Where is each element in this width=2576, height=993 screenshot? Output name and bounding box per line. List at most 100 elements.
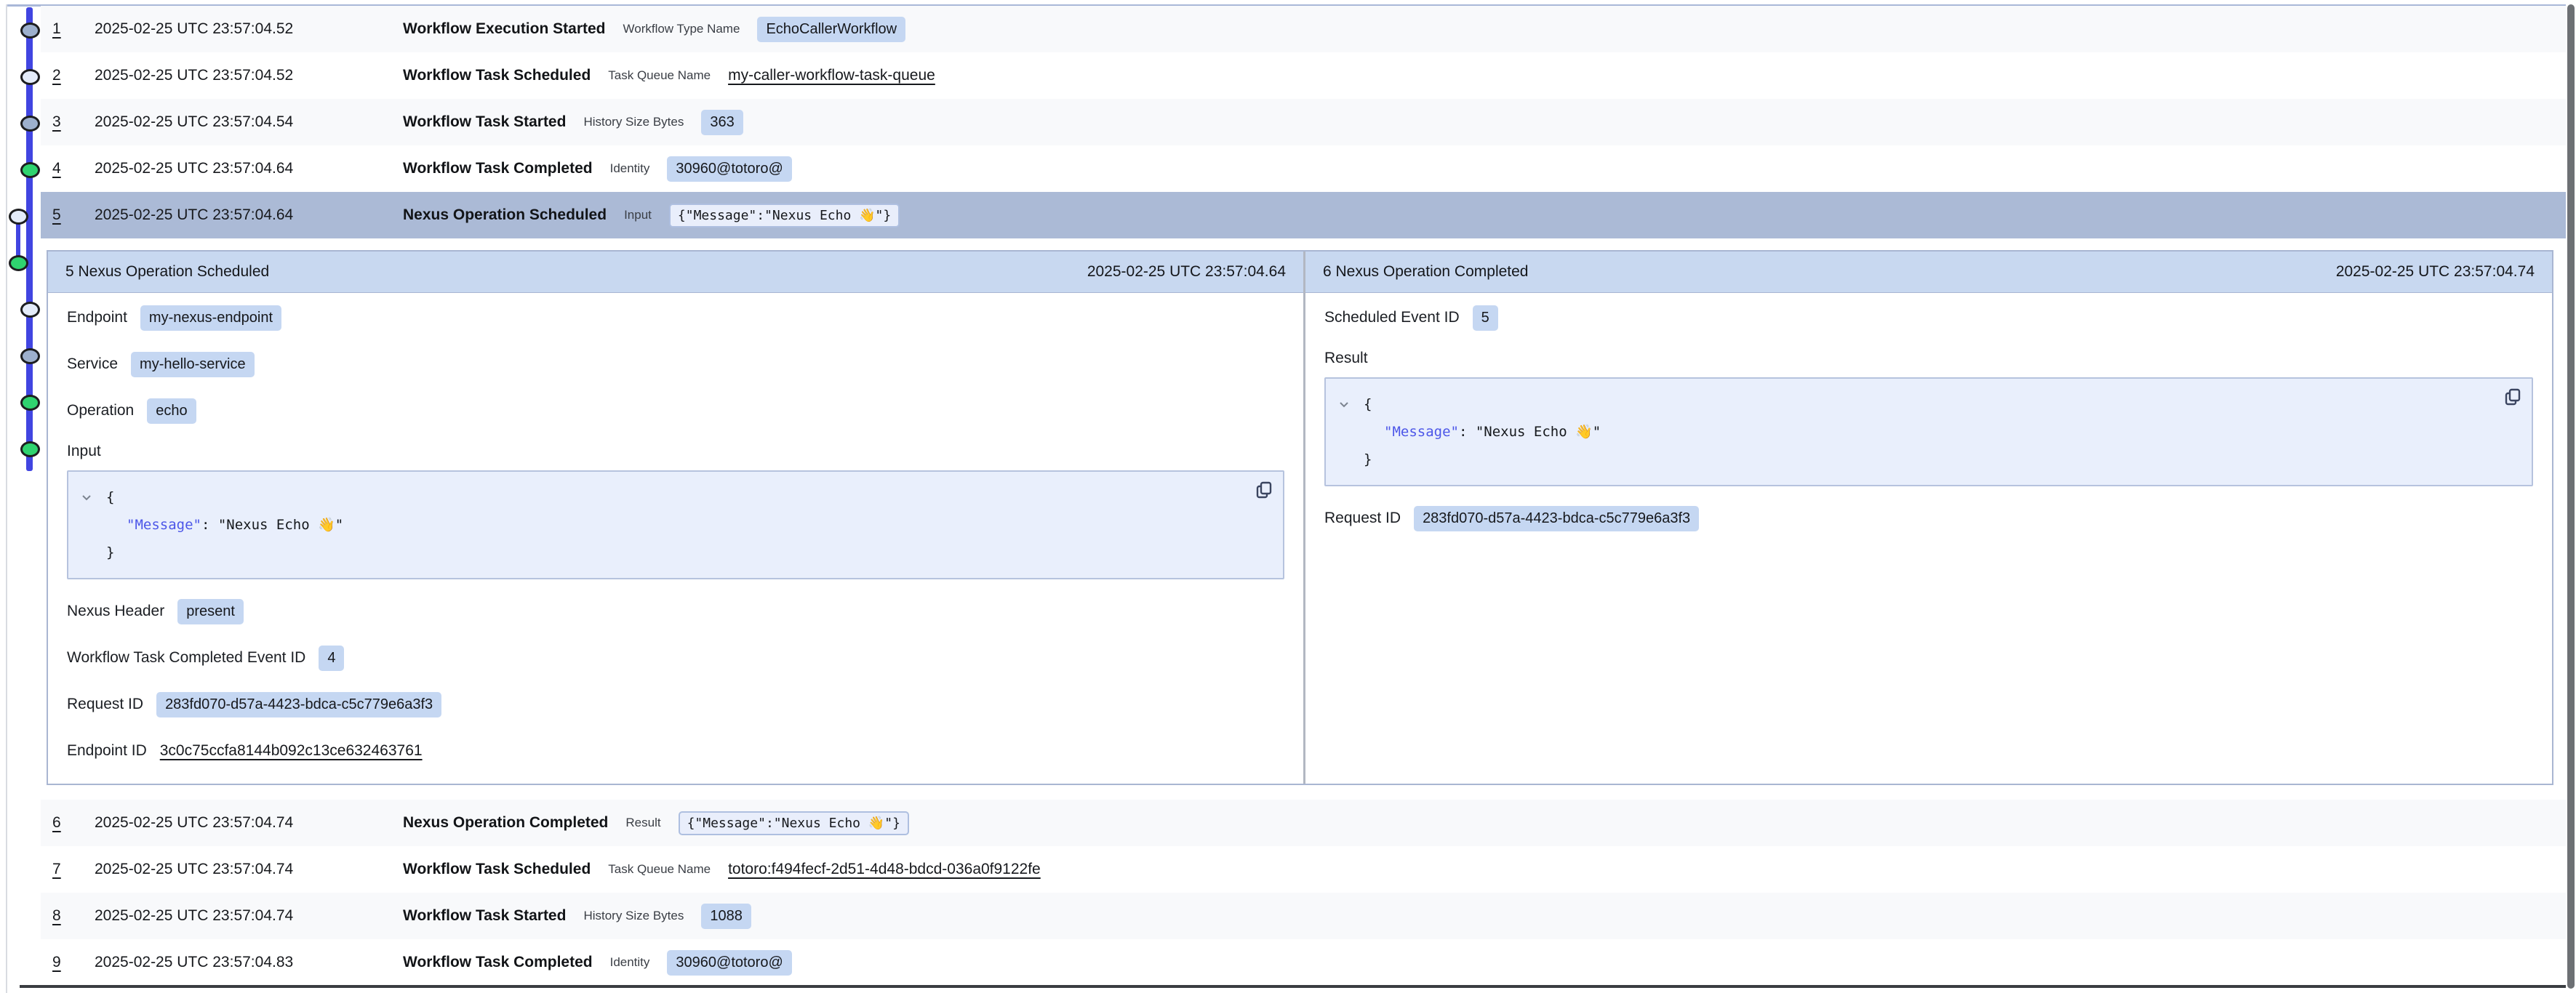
event-row[interactable]: 5 2025-02-25 UTC 23:57:04.64 Nexus Operati… (41, 192, 2567, 238)
field-value-link[interactable]: 3c0c75ccfa8144b092c13ce632463761 (160, 742, 423, 760)
panel-nexus-operation-scheduled: 5 Nexus Operation Scheduled 2025-02-25 U… (48, 252, 1303, 784)
event-detail-badge: 30960@totoro@ (667, 950, 791, 976)
panel-timestamp: 2025-02-25 UTC 23:57:04.64 (1087, 263, 1286, 281)
field-value-badge: 283fd070-d57a-4423-bdca-c5c779e6a3f3 (156, 692, 441, 717)
json-close-brace: } (106, 544, 114, 560)
event-detail-panels: 5 Nexus Operation Scheduled 2025-02-25 U… (47, 250, 2553, 785)
event-timestamp: 2025-02-25 UTC 23:57:04.52 (95, 67, 385, 84)
event-id-link[interactable]: 1 (52, 20, 77, 38)
event-detail-badge: 30960@totoro@ (667, 156, 791, 182)
event-detail-label: Identity (610, 161, 650, 176)
timeline-event-dot (20, 116, 40, 132)
payload-field-label: Input (67, 443, 1284, 465)
event-id-link[interactable]: 3 (52, 113, 77, 131)
event-row[interactable]: 92025-02-25 UTC 23:57:04.83Workflow Task… (41, 939, 2567, 986)
scrollbar-track (2566, 0, 2576, 993)
event-id-link[interactable]: 8 (52, 907, 77, 925)
event-timestamp: 2025-02-25 UTC 23:57:04.64 (95, 206, 385, 224)
copy-icon[interactable] (1255, 481, 1273, 499)
detail-field: Servicemy-hello-service (67, 350, 1284, 379)
detail-field: Nexus Header present (67, 597, 1284, 626)
panel-title: 6 Nexus Operation Completed (1323, 263, 1529, 281)
detail-field: Scheduled Event ID 5 (1324, 303, 2533, 332)
json-content: { "Message": "Nexus Echo 👋" } (106, 483, 1232, 566)
scrollbar-thumb[interactable] (2567, 4, 2575, 989)
event-payload-chip: {"Message":"Nexus Echo 👋"} (669, 204, 900, 228)
field-label: Service (67, 355, 118, 373)
event-row[interactable]: 72025-02-25 UTC 23:57:04.74Workflow Task… (41, 846, 2567, 893)
timeline-event-dot (9, 255, 28, 271)
panel-header[interactable]: 6 Nexus Operation Completed 2025-02-25 U… (1305, 252, 2552, 293)
event-name: Workflow Task Completed (403, 954, 593, 971)
field-value-badge: present (177, 599, 244, 624)
field-value-badge: echo (147, 398, 196, 424)
timeline-event-dot (20, 162, 40, 178)
event-row[interactable]: 6 2025-02-25 UTC 23:57:04.74 Nexus Operati… (41, 800, 2567, 846)
event-timestamp: 2025-02-25 UTC 23:57:04.54 (95, 113, 385, 131)
panel-header[interactable]: 5 Nexus Operation Scheduled 2025-02-25 U… (48, 252, 1303, 293)
field-value-badge: 5 (1473, 305, 1498, 331)
event-detail-link[interactable]: my-caller-workflow-task-queue (728, 67, 935, 84)
detail-field: Request ID283fd070-d57a-4423-bdca-c5c779… (67, 690, 1284, 719)
payload-json-viewer: { "Message": "Nexus Echo 👋" } (1324, 377, 2533, 486)
field-label: Request ID (1324, 510, 1401, 527)
event-timestamp: 2025-02-25 UTC 23:57:04.74 (95, 861, 385, 878)
event-name: Workflow Task Scheduled (403, 67, 591, 84)
event-id-link[interactable]: 7 (52, 861, 77, 878)
event-detail-label: Task Queue Name (608, 68, 711, 83)
field-value-badge: my-nexus-endpoint (140, 305, 281, 331)
timeline-event-dot (9, 209, 28, 225)
event-timestamp: 2025-02-25 UTC 23:57:04.74 (95, 814, 385, 832)
event-row[interactable]: 12025-02-25 UTC 23:57:04.52Workflow Exec… (41, 6, 2567, 52)
event-name: Nexus Operation Completed (403, 814, 608, 832)
event-detail-badge: 1088 (701, 904, 751, 929)
field-label: Nexus Header (67, 603, 164, 620)
event-id-link[interactable]: 6 (52, 814, 77, 832)
field-value-badge: 4 (319, 646, 344, 671)
event-name: Workflow Task Started (403, 113, 566, 131)
event-id-link[interactable]: 2 (52, 67, 77, 84)
field-label: Endpoint ID (67, 742, 147, 760)
field-value-badge: 283fd070-d57a-4423-bdca-c5c779e6a3f3 (1414, 506, 1699, 531)
field-label: Scheduled Event ID (1324, 309, 1460, 326)
event-name: Workflow Execution Started (403, 20, 606, 38)
timeline-event-dot (20, 23, 40, 39)
event-row[interactable]: 3 2025-02-25 UTC 23:57:04.54 Workflow Task… (41, 99, 2567, 145)
timeline-event-dot (20, 441, 40, 457)
event-detail-label: Result (625, 816, 660, 830)
event-timestamp: 2025-02-25 UTC 23:57:04.74 (95, 907, 385, 925)
json-key: "Message" (127, 517, 201, 533)
event-timestamp: 2025-02-25 UTC 23:57:04.64 (95, 160, 385, 177)
detail-field: Endpointmy-nexus-endpoint (67, 303, 1284, 332)
event-id-link[interactable]: 5 (52, 206, 77, 224)
event-row[interactable]: 2 2025-02-25 UTC 23:57:04.52 Workflow Task… (41, 52, 2567, 99)
panel-title: 5 Nexus Operation Scheduled (65, 263, 269, 281)
json-line: "Message": "Nexus Echo 👋" (106, 517, 343, 533)
event-detail-label: Workflow Type Name (623, 22, 740, 36)
detail-field: Request ID 283fd070-d57a-4423-bdca-c5c779… (1324, 504, 2533, 533)
copy-icon[interactable] (2504, 387, 2521, 406)
collapse-chevron-icon[interactable] (80, 491, 93, 504)
detail-field: Workflow Task Completed Event ID 4 (67, 643, 1284, 672)
next-section-divider (20, 985, 2567, 988)
event-detail-badge: 363 (701, 110, 743, 135)
event-row[interactable]: 82025-02-25 UTC 23:57:04.74Workflow Task… (41, 893, 2567, 939)
json-key: "Message" (1384, 424, 1459, 440)
field-label: Workflow Task Completed Event ID (67, 649, 305, 667)
panel-nexus-operation-completed: 6 Nexus Operation Completed 2025-02-25 U… (1303, 252, 2552, 784)
event-detail-label: Input (624, 208, 652, 222)
detail-field: Endpoint ID 3c0c75ccfa8144b092c13ce632463… (67, 736, 1284, 765)
timeline-event-dot (20, 302, 40, 318)
collapse-chevron-icon[interactable] (1337, 398, 1351, 411)
payload-json-viewer: { "Message": "Nexus Echo 👋" } (67, 470, 1284, 579)
json-open-brace: { (106, 489, 114, 505)
event-detail-link[interactable]: totoro:f494fecf-2d51-4d48-bdcd-036a0f912… (728, 861, 1041, 878)
event-id-link[interactable]: 9 (52, 954, 77, 971)
event-name: Nexus Operation Scheduled (403, 206, 607, 224)
json-line: "Message": "Nexus Echo 👋" (1364, 424, 1601, 440)
event-detail-label: Task Queue Name (608, 862, 711, 877)
event-row[interactable]: 42025-02-25 UTC 23:57:04.64Workflow Task… (41, 145, 2567, 192)
event-id-link[interactable]: 4 (52, 160, 77, 177)
event-detail-label: Identity (610, 955, 650, 970)
panel-body: Endpointmy-nexus-endpoint Servicemy-hello… (48, 293, 1303, 765)
